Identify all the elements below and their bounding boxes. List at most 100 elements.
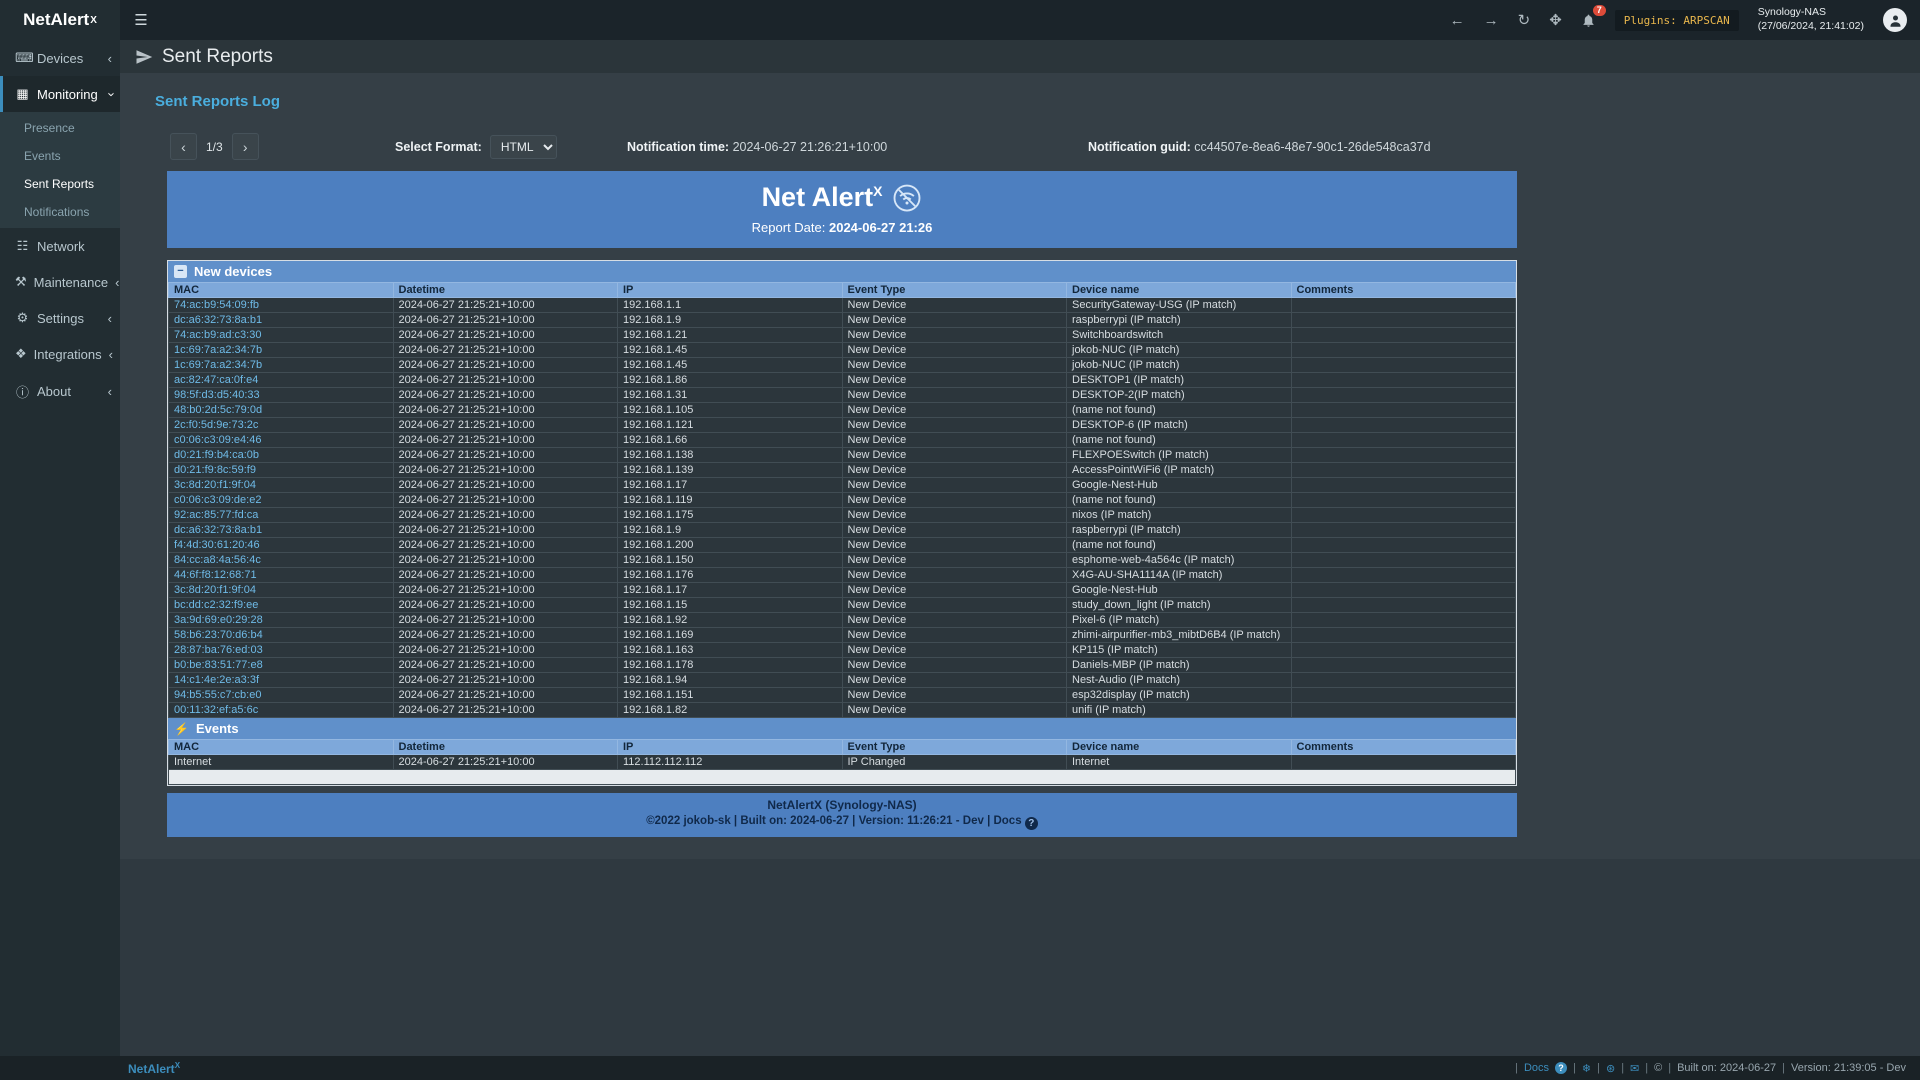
mac-link[interactable]: dc:a6:32:73:8a:b1 bbox=[174, 524, 262, 536]
table-cell: 192.168.1.17 bbox=[618, 583, 843, 598]
app-footer: NetAlertX | Docs ? | ❄ | ⊛ | ✉ | © | Bui… bbox=[0, 1056, 1920, 1080]
mac-link[interactable]: d0:21:f9:8c:59:f9 bbox=[174, 464, 256, 476]
table-cell: 3c:8d:20:f1:9f:04 bbox=[169, 478, 394, 493]
separator: | bbox=[1668, 1062, 1671, 1074]
mac-link[interactable]: 3a:9d:69:e0:29:28 bbox=[174, 614, 263, 626]
table-cell: 2024-06-27 21:25:21+10:00 bbox=[393, 598, 618, 613]
report-date-label: Report Date: bbox=[752, 220, 826, 235]
table-row: 98:5f:d3:d5:40:332024-06-27 21:25:21+10:… bbox=[169, 388, 1516, 403]
back-button[interactable]: ← bbox=[1450, 13, 1465, 28]
sidebar-item-monitoring[interactable]: ▦ Monitoring ‹ bbox=[0, 76, 120, 112]
sidebar-item-network[interactable]: ☷ Network bbox=[0, 228, 120, 264]
mac-link[interactable]: 44:6f:f8:12:68:71 bbox=[174, 569, 257, 581]
mac-link[interactable]: d0:21:f9:b4:ca:0b bbox=[174, 449, 259, 461]
mac-link[interactable]: 2c:f0:5d:9e:73:2c bbox=[174, 419, 258, 431]
mac-link[interactable]: c0:06:c3:09:e4:46 bbox=[174, 434, 261, 446]
mac-link[interactable]: 28:87:ba:76:ed:03 bbox=[174, 644, 263, 656]
table-cell: 2024-06-27 21:25:21+10:00 bbox=[393, 523, 618, 538]
mac-link[interactable]: ac:82:47:ca:0f:e4 bbox=[174, 374, 258, 386]
sent-reports-log-link[interactable]: Sent Reports Log bbox=[120, 73, 280, 110]
sidebar-item-notifications[interactable]: Notifications bbox=[0, 198, 120, 226]
mac-link[interactable]: c0:06:c3:09:de:e2 bbox=[174, 494, 261, 506]
table-cell: f4:4d:30:61:20:46 bbox=[169, 538, 394, 553]
table-cell bbox=[1291, 358, 1516, 373]
github-icon[interactable]: ⊛ bbox=[1606, 1062, 1615, 1075]
sidebar-item-events[interactable]: Events bbox=[0, 142, 120, 170]
table-cell: Pixel-6 (IP match) bbox=[1067, 613, 1292, 628]
mac-link[interactable]: 14:c1:4e:2e:a3:3f bbox=[174, 674, 259, 686]
table-cell: New Device bbox=[842, 613, 1067, 628]
table-row: dc:a6:32:73:8a:b1 2024-06-27 21:25:21+10:… bbox=[169, 523, 1516, 538]
mac-link[interactable]: b0:be:83:51:77:e8 bbox=[174, 659, 263, 671]
prev-page-button[interactable]: ‹ bbox=[170, 133, 197, 160]
notifications-bell-button[interactable]: 7 bbox=[1581, 13, 1596, 28]
mac-link[interactable]: 94:b5:55:c7:cb:e0 bbox=[174, 689, 261, 701]
bug-report-icon[interactable]: ❄ bbox=[1582, 1062, 1591, 1075]
sidebar-item-maintenance[interactable]: ⚒ Maintenance ‹ bbox=[0, 264, 120, 300]
sidebar-toggle-button[interactable]: ☰ bbox=[120, 0, 162, 40]
table-cell: bc:dd:c2:32:f9:ee bbox=[169, 598, 394, 613]
mac-link[interactable]: bc:dd:c2:32:f9:ee bbox=[174, 599, 258, 611]
person-icon bbox=[1888, 13, 1903, 28]
table-cell: DESKTOP-2(IP match) bbox=[1067, 388, 1292, 403]
mac-link[interactable]: 84:cc:a8:4a:56:4c bbox=[174, 554, 261, 566]
forward-button[interactable]: → bbox=[1484, 13, 1499, 28]
mac-link[interactable]: 58:b6:23:70:d6:b4 bbox=[174, 629, 263, 641]
mail-icon[interactable]: ✉ bbox=[1630, 1062, 1639, 1075]
mac-link[interactable]: 3c:8d:20:f1:9f:04 bbox=[174, 479, 256, 491]
footer-brand[interactable]: NetAlertX bbox=[128, 1061, 180, 1076]
table-cell: 2024-06-27 21:25:21+10:00 bbox=[393, 418, 618, 433]
help-icon[interactable]: ? bbox=[1555, 1062, 1567, 1074]
plugins-status-badge[interactable]: Plugins: ARPSCAN bbox=[1615, 10, 1739, 31]
mac-link[interactable]: 3c:8d:20:f1:9f:04 bbox=[174, 584, 256, 596]
mac-link[interactable]: 00:11:32:ef:a5:6c bbox=[174, 704, 258, 716]
table-cell: raspberrypi (IP match) bbox=[1067, 523, 1292, 538]
mac-link[interactable]: 48:b0:2d:5c:79:0d bbox=[174, 404, 262, 416]
report-date-value: 2024-06-27 21:26 bbox=[829, 220, 932, 235]
user-avatar[interactable] bbox=[1883, 8, 1907, 32]
sidebar-item-integrations[interactable]: ❖ Integrations ‹ bbox=[0, 336, 120, 372]
docs-help-icon[interactable]: ? bbox=[1025, 817, 1038, 830]
table-cell: New Device bbox=[842, 358, 1067, 373]
table-cell: esphome-web-4a564c (IP match) bbox=[1067, 553, 1292, 568]
table-cell: 192.168.1.94 bbox=[618, 673, 843, 688]
next-page-button[interactable]: › bbox=[232, 133, 259, 160]
mac-link[interactable]: 74:ac:b9:ad:c3:30 bbox=[174, 329, 261, 341]
mac-link[interactable]: 98:5f:d3:d5:40:33 bbox=[174, 389, 260, 401]
report-controls: ‹ 1/3 › Select Format: HTML Notification… bbox=[170, 133, 1520, 160]
table-cell: 192.168.1.21 bbox=[618, 328, 843, 343]
separator: | bbox=[1645, 1062, 1648, 1074]
table-cell: ac:82:47:ca:0f:e4 bbox=[169, 373, 394, 388]
report-footer: NetAlertX (Synology-NAS) ©2022 jokob-sk … bbox=[167, 793, 1517, 837]
sidebar-item-sent-reports[interactable]: Sent Reports bbox=[0, 170, 120, 198]
sidebar-item-label: Settings bbox=[37, 311, 84, 326]
mac-link[interactable]: 92:ac:85:77:fd:ca bbox=[174, 509, 258, 521]
mac-link[interactable]: 74:ac:b9:54:09:fb bbox=[174, 299, 259, 311]
app-logo[interactable]: NetAlertX bbox=[0, 0, 120, 40]
column-header: MAC bbox=[169, 740, 394, 755]
move-button[interactable]: ✥ bbox=[1549, 13, 1562, 28]
separator: | bbox=[1782, 1062, 1785, 1074]
table-cell: 2024-06-27 21:25:21+10:00 bbox=[393, 463, 618, 478]
sidebar-item-devices[interactable]: ⌨ Devices ‹ bbox=[0, 40, 120, 76]
table-cell bbox=[1291, 448, 1516, 463]
sidebar-item-settings[interactable]: ⚙ Settings ‹ bbox=[0, 300, 120, 336]
mac-link[interactable]: 1c:69:7a:a2:34:7b bbox=[174, 359, 262, 371]
table-row: f4:4d:30:61:20:462024-06-27 21:25:21+10:… bbox=[169, 538, 1516, 553]
notification-guid: Notification guid: cc44507e-8ea6-48e7-90… bbox=[1088, 140, 1431, 154]
format-selector: Select Format: HTML bbox=[395, 135, 627, 159]
mac-link[interactable]: 1c:69:7a:a2:34:7b bbox=[174, 344, 262, 356]
sidebar-item-presence[interactable]: Presence bbox=[0, 114, 120, 142]
notification-time: Notification time: 2024-06-27 21:26:21+1… bbox=[627, 140, 1088, 154]
refresh-button[interactable]: ↻ bbox=[1518, 13, 1531, 28]
mac-link[interactable]: f4:4d:30:61:20:46 bbox=[174, 539, 260, 551]
main-content: Sent Reports Sent Reports Log ‹ 1/3 › Se… bbox=[120, 40, 1920, 1056]
table-row: 84:cc:a8:4a:56:4c2024-06-27 21:25:21+10:… bbox=[169, 553, 1516, 568]
docs-link[interactable]: Docs bbox=[1524, 1062, 1549, 1074]
table-cell bbox=[1291, 343, 1516, 358]
mac-link[interactable]: dc:a6:32:73:8a:b1 bbox=[174, 314, 262, 326]
sidebar-item-about[interactable]: ⓘ About ‹ bbox=[0, 372, 120, 411]
report-footer-meta: ©2022 jokob-sk | Built on: 2024-06-27 | … bbox=[167, 815, 1517, 830]
format-select[interactable]: HTML bbox=[490, 135, 557, 159]
devices-icon: ⌨ bbox=[15, 50, 30, 66]
